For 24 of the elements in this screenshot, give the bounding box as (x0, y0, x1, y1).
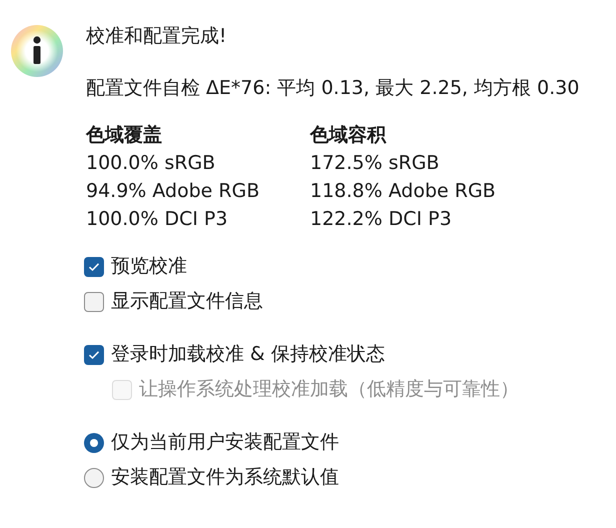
option-label: 登录时加载校准 & 保持校准状态 (111, 342, 385, 368)
gamut-value: 100.0% sRGB (86, 151, 216, 176)
gamut-value: 172.5% sRGB (310, 151, 440, 176)
option-label: 安装配置文件为系统默认值 (111, 465, 339, 490)
option-label: 让操作系统处理校准加载（低精度与可靠性） (139, 377, 519, 402)
radio-button[interactable] (84, 432, 104, 452)
gamut-value: 94.9% Adobe RGB (86, 179, 260, 204)
option-label: 仅为当前用户安装配置文件 (111, 430, 339, 456)
info-icon (10, 24, 64, 78)
check-icon (88, 350, 100, 360)
message-title: 校准和配置完成! (86, 24, 228, 49)
checkbox[interactable] (84, 292, 104, 312)
gamut-value: 122.2% DCI P3 (310, 207, 453, 232)
checkbox[interactable] (84, 256, 104, 276)
gamut-value: 100.0% DCI P3 (86, 207, 229, 232)
option-label: 显示配置文件信息 (111, 289, 263, 314)
checkbox[interactable] (84, 344, 104, 364)
option-label: 预览校准 (111, 254, 187, 280)
self-check-summary: 配置文件自检 ΔE*76: 平均 0.13, 最大 2.25, 均方根 0.30 (86, 76, 580, 100)
check-icon (88, 262, 100, 272)
radio-button[interactable] (84, 468, 104, 488)
gamut-value: 118.8% Adobe RGB (310, 179, 497, 204)
gamut-heading: 色域容积 (310, 123, 388, 148)
gamut-heading: 色域覆盖 (86, 123, 163, 148)
